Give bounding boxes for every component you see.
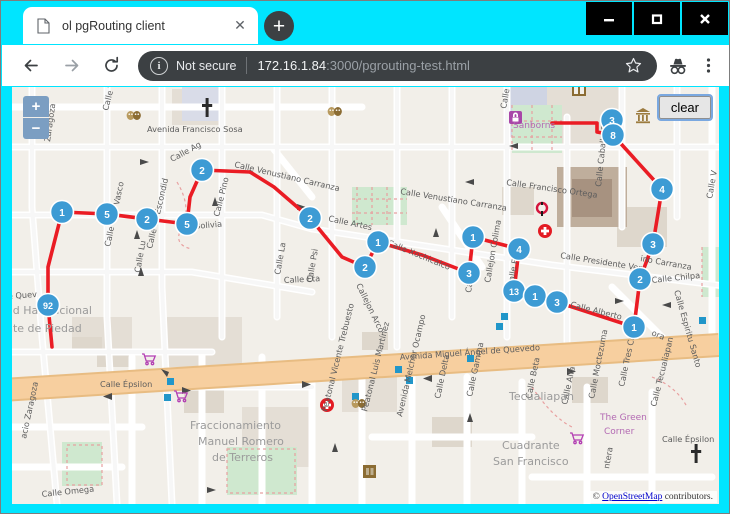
forward-button[interactable] [54,49,88,83]
tab-close-icon[interactable]: ✕ [228,14,252,38]
clear-button[interactable]: clear [656,94,714,121]
new-tab-button[interactable]: + [264,11,294,41]
svg-text:1: 1 [375,238,381,249]
svg-text:2: 2 [307,214,313,225]
incognito-icon[interactable] [663,51,693,81]
reload-button[interactable] [94,49,128,83]
security-status-text: Not secure [176,58,237,73]
map-zoom-controls[interactable]: + − [23,96,49,139]
browser-window: ol pgRouting client ✕ + i Not secure 172… [0,0,730,514]
svg-text:4: 4 [516,245,522,256]
svg-text:Sanborns: Sanborns [513,121,555,131]
route-marker[interactable]: 4 [649,176,675,202]
browser-menu-button[interactable] [693,51,723,81]
url-path: :3000/pgrouting-test.html [326,58,470,73]
route-marker[interactable]: 92 [35,292,61,318]
svg-text:13: 13 [509,287,519,297]
route-marker[interactable]: 2 [352,254,378,280]
svg-text:nte de Piedad: nte de Piedad [12,322,82,335]
svg-text:1: 1 [532,292,538,303]
browser-tab[interactable]: ol pgRouting client ✕ [23,7,258,44]
svg-text:92: 92 [43,301,53,311]
map-attribution: © OpenStreetMap contributors. [588,491,717,503]
svg-text:5: 5 [104,210,110,221]
svg-text:1: 1 [59,208,65,219]
route-marker[interactable]: 13 [501,278,527,304]
route-marker[interactable]: 1 [460,224,486,250]
attribution-suffix: contributors. [662,492,713,502]
attribution-prefix: © [592,492,603,502]
window-controls [584,2,728,35]
map-canvas[interactable]: Avenida Francisco Sosa Calle Venustiano … [12,87,719,504]
svg-text:4: 4 [659,185,665,196]
book-shop-icon [572,87,586,96]
map-zoom-in-button[interactable]: + [23,96,49,118]
svg-text:Avenida Francisco Sosa: Avenida Francisco Sosa [147,124,243,134]
svg-text:Calle Épsilon: Calle Épsilon [100,378,152,389]
page-favicon-icon [37,17,50,34]
url-host: 172.16.1.84 [257,58,327,73]
map-zoom-out-button[interactable]: − [23,118,49,139]
browser-toolbar: i Not secure 172.16.1.84:3000/pgrouting-… [2,45,729,86]
route-marker[interactable]: 4 [506,236,532,262]
svg-text:Tecualiapan: Tecualiapan [508,390,574,403]
window-minimize-button[interactable] [586,2,632,35]
route-marker[interactable]: 1 [49,199,75,225]
svg-text:San Francisco: San Francisco [493,455,569,468]
svg-text:2: 2 [199,166,205,177]
svg-text:3: 3 [466,269,472,280]
svg-text:2: 2 [637,275,643,286]
openstreetmap-link[interactable]: OpenStreetMap [602,492,662,502]
bookmark-star-icon[interactable] [619,52,647,80]
svg-text:Manuel Romero: Manuel Romero [198,435,284,448]
route-marker[interactable]: 1 [365,229,391,255]
site-info-icon[interactable]: i [150,56,168,75]
map-tiles: Avenida Francisco Sosa Calle Venustiano … [12,87,719,504]
svg-text:8: 8 [610,131,616,142]
route-marker[interactable]: 1 [522,283,548,309]
route-marker[interactable]: 3 [544,289,570,315]
omnibox-divider [246,57,248,74]
route-marker[interactable]: 3 [456,260,482,286]
route-marker[interactable]: 2 [297,205,323,231]
luggage-shop-icon [363,465,376,478]
window-maximize-button[interactable] [634,2,680,35]
route-marker[interactable]: 5 [94,201,120,227]
svg-text:The Green: The Green [599,413,647,423]
svg-text:2: 2 [362,263,368,274]
url-text: 172.16.1.84:3000/pgrouting-test.html [257,58,619,73]
svg-text:Fraccionamiento: Fraccionamiento [190,419,281,432]
svg-text:3: 3 [554,298,560,309]
svg-text:2: 2 [144,215,150,226]
route-marker[interactable]: 2 [189,157,215,183]
svg-text:e Quev: e Quev [12,289,37,301]
route-marker[interactable]: 5 [174,211,200,237]
route-marker[interactable]: 3 [640,231,666,257]
svg-text:Calle Eta: Calle Eta [284,273,321,285]
svg-text:1: 1 [631,323,637,334]
route-marker[interactable]: 2 [134,206,160,232]
map-viewport[interactable]: Avenida Francisco Sosa Calle Venustiano … [12,87,719,504]
svg-text:5: 5 [184,220,190,231]
window-close-button[interactable] [682,2,728,35]
tab-title: ol pgRouting client [62,18,165,33]
address-bar[interactable]: i Not secure 172.16.1.84:3000/pgrouting-… [138,50,657,81]
svg-text:Cuadrante: Cuadrante [502,439,560,452]
svg-text:Calle Épsilon: Calle Épsilon [662,433,714,444]
back-button[interactable] [14,49,48,83]
route-marker[interactable]: 1 [621,314,647,340]
route-marker[interactable]: 2 [627,266,653,292]
route-marker[interactable]: 8 [600,122,626,148]
svg-text:de Terreros: de Terreros [212,451,273,464]
title-bar: ol pgRouting client ✕ + [1,1,729,45]
pharmacy-icon [538,224,552,238]
svg-text:1: 1 [470,233,476,244]
svg-text:3: 3 [650,240,656,251]
svg-text:Corner: Corner [604,427,635,437]
